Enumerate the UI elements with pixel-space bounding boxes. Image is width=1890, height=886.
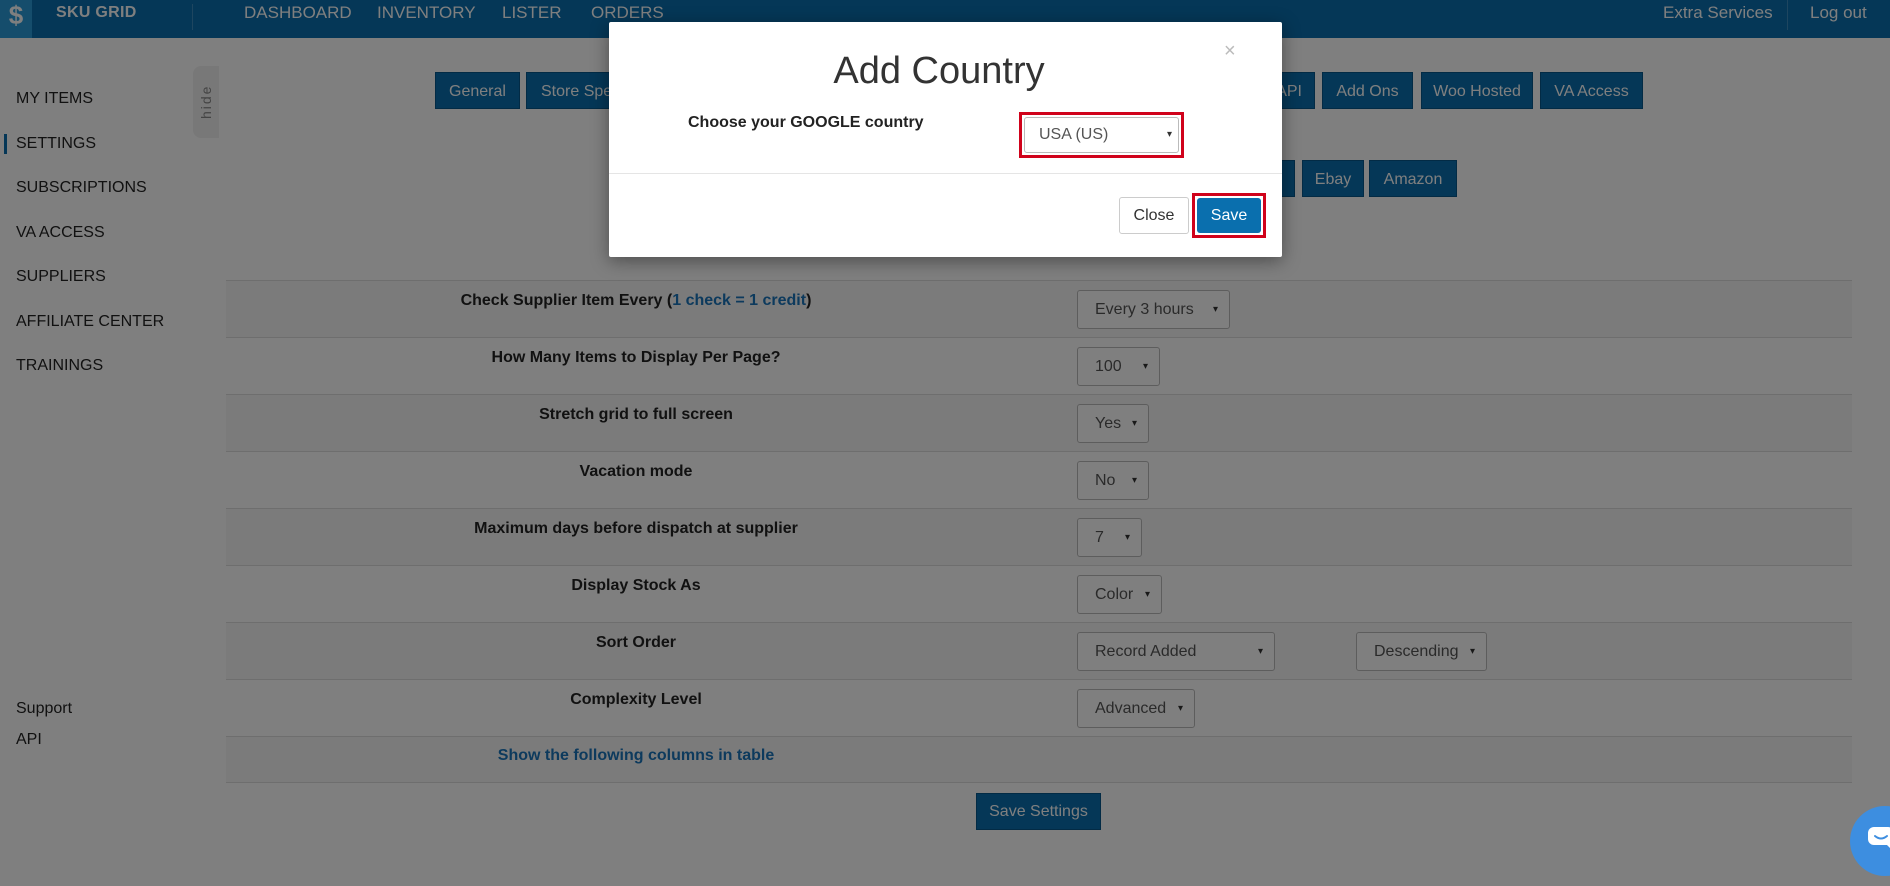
country-select-highlight: USA (US) ▾ <box>1019 112 1184 158</box>
modal-title: Add Country <box>833 50 1045 92</box>
chat-icon <box>1868 827 1890 848</box>
modal-divider <box>609 173 1282 174</box>
select-value: USA (US) <box>1039 126 1109 143</box>
save-button-highlight: Save <box>1192 193 1266 238</box>
add-country-modal: Add Country × Choose your GOOGLE country… <box>609 22 1282 257</box>
close-button[interactable]: Close <box>1119 197 1189 234</box>
country-select[interactable]: USA (US) ▾ <box>1024 117 1179 153</box>
caret-down-icon: ▾ <box>1166 129 1172 140</box>
save-button[interactable]: Save <box>1197 198 1261 233</box>
country-label: Choose your GOOGLE country <box>688 114 924 131</box>
close-icon[interactable]: × <box>1224 40 1236 63</box>
